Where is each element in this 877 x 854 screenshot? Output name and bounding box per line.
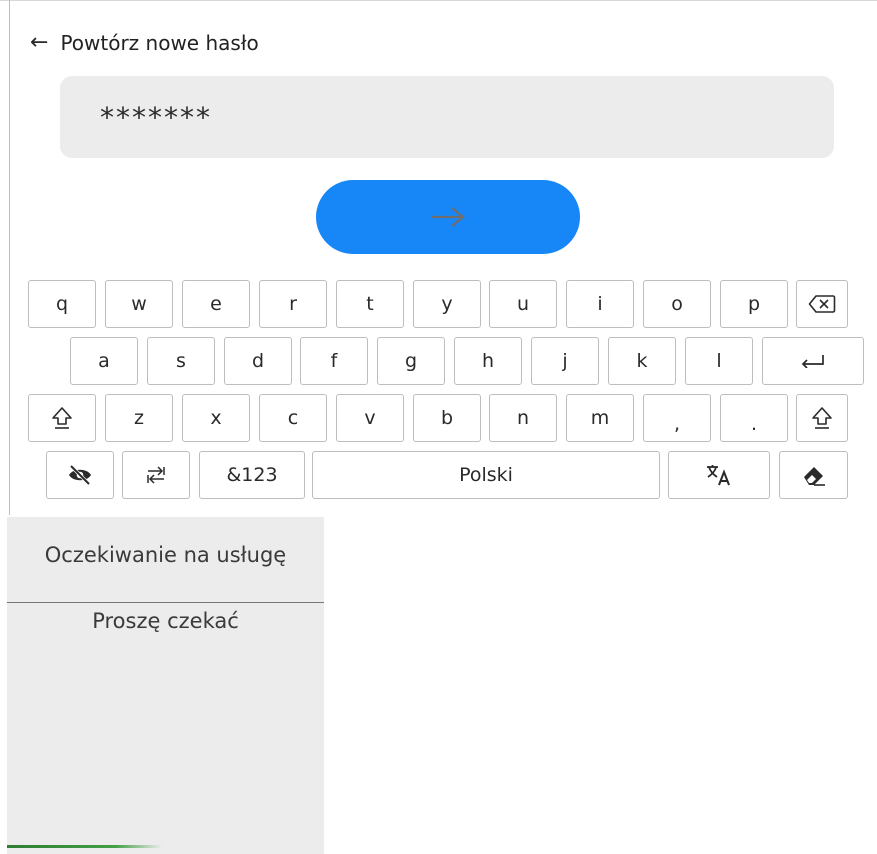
- wait-title: Oczekiwanie na usługę: [44, 543, 287, 567]
- key-j[interactable]: j: [531, 337, 599, 385]
- backspace-icon: [808, 295, 836, 313]
- key-k[interactable]: k: [608, 337, 676, 385]
- key-o[interactable]: o: [643, 280, 711, 328]
- key-label: k: [636, 350, 648, 372]
- progress-bar: [7, 845, 162, 848]
- key-v[interactable]: v: [336, 394, 404, 442]
- backspace-key[interactable]: [796, 280, 848, 328]
- switch-keyboard-key[interactable]: [122, 451, 190, 499]
- language-label: Polski: [459, 464, 513, 486]
- key-h[interactable]: h: [454, 337, 522, 385]
- key-w[interactable]: w: [105, 280, 173, 328]
- key-i[interactable]: i: [566, 280, 634, 328]
- hide-password-key[interactable]: [46, 451, 114, 499]
- key-label: e: [210, 293, 222, 315]
- key-label: d: [251, 350, 265, 372]
- key-label: z: [134, 407, 144, 429]
- key-label: h: [481, 350, 495, 372]
- clear-key[interactable]: [779, 451, 848, 499]
- key-r[interactable]: r: [259, 280, 327, 328]
- key-e[interactable]: e: [182, 280, 250, 328]
- space-key[interactable]: Polski: [312, 451, 660, 499]
- key-comma[interactable]: ,: [643, 394, 711, 442]
- key-label: m: [590, 407, 610, 429]
- key-label: y: [441, 293, 453, 315]
- key-x[interactable]: x: [182, 394, 250, 442]
- key-label: .: [750, 413, 758, 435]
- password-value: *******: [100, 100, 212, 134]
- key-q[interactable]: q: [28, 280, 96, 328]
- key-label: b: [440, 407, 454, 429]
- arrow-right-icon: [432, 207, 465, 227]
- enter-key[interactable]: [762, 337, 864, 385]
- wait-panel: Oczekiwanie na usługę Proszę czekać: [7, 517, 324, 854]
- key-s[interactable]: s: [147, 337, 215, 385]
- key-label: s: [176, 350, 186, 372]
- shift-icon: [812, 407, 832, 429]
- switch-icon: [147, 466, 165, 484]
- key-label: v: [364, 407, 376, 429]
- symbols-label: &123: [226, 464, 278, 486]
- divider: [7, 602, 324, 603]
- back-arrow-icon[interactable]: ←: [30, 32, 48, 54]
- key-d[interactable]: d: [224, 337, 292, 385]
- key-label: x: [210, 407, 222, 429]
- wait-message: Proszę czekać: [92, 609, 239, 633]
- header: ← Powtórz nowe hasło: [30, 28, 259, 58]
- key-n[interactable]: n: [489, 394, 557, 442]
- key-p[interactable]: p: [720, 280, 788, 328]
- key-a[interactable]: a: [70, 337, 138, 385]
- key-label: q: [55, 293, 69, 315]
- symbols-key[interactable]: &123: [199, 451, 305, 499]
- key-label: i: [597, 293, 603, 315]
- key-label: c: [287, 407, 299, 429]
- key-f[interactable]: f: [300, 337, 368, 385]
- key-label: p: [747, 293, 761, 315]
- key-label: f: [330, 350, 338, 372]
- key-label: a: [98, 350, 110, 372]
- key-u[interactable]: u: [489, 280, 557, 328]
- key-label: r: [289, 293, 297, 315]
- password-input[interactable]: *******: [60, 76, 834, 158]
- key-label: ,: [673, 413, 681, 435]
- page-title: Powtórz nowe hasło: [60, 31, 259, 55]
- key-t[interactable]: t: [336, 280, 404, 328]
- confirm-button[interactable]: [316, 180, 580, 254]
- hide-password-icon: [69, 465, 91, 485]
- key-label: o: [671, 293, 683, 315]
- key-c[interactable]: c: [259, 394, 327, 442]
- key-label: w: [131, 293, 147, 315]
- eraser-icon: [803, 467, 825, 486]
- translate-icon: [707, 465, 730, 486]
- key-label: n: [516, 407, 530, 429]
- key-label: j: [562, 350, 568, 372]
- translate-key[interactable]: [668, 451, 770, 499]
- enter-icon: [801, 355, 824, 368]
- key-label: g: [404, 350, 418, 372]
- left-border: [9, 0, 10, 515]
- key-b[interactable]: b: [413, 394, 481, 442]
- key-l[interactable]: l: [685, 337, 753, 385]
- key-z[interactable]: z: [105, 394, 173, 442]
- shift-key-left[interactable]: [28, 394, 96, 442]
- key-label: l: [716, 350, 722, 372]
- shift-icon: [52, 407, 72, 429]
- key-period[interactable]: .: [720, 394, 788, 442]
- key-y[interactable]: y: [413, 280, 481, 328]
- shift-key-right[interactable]: [796, 394, 848, 442]
- key-label: u: [516, 293, 530, 315]
- top-border: [0, 0, 877, 9]
- key-label: t: [366, 293, 374, 315]
- key-g[interactable]: g: [377, 337, 445, 385]
- key-m[interactable]: m: [566, 394, 634, 442]
